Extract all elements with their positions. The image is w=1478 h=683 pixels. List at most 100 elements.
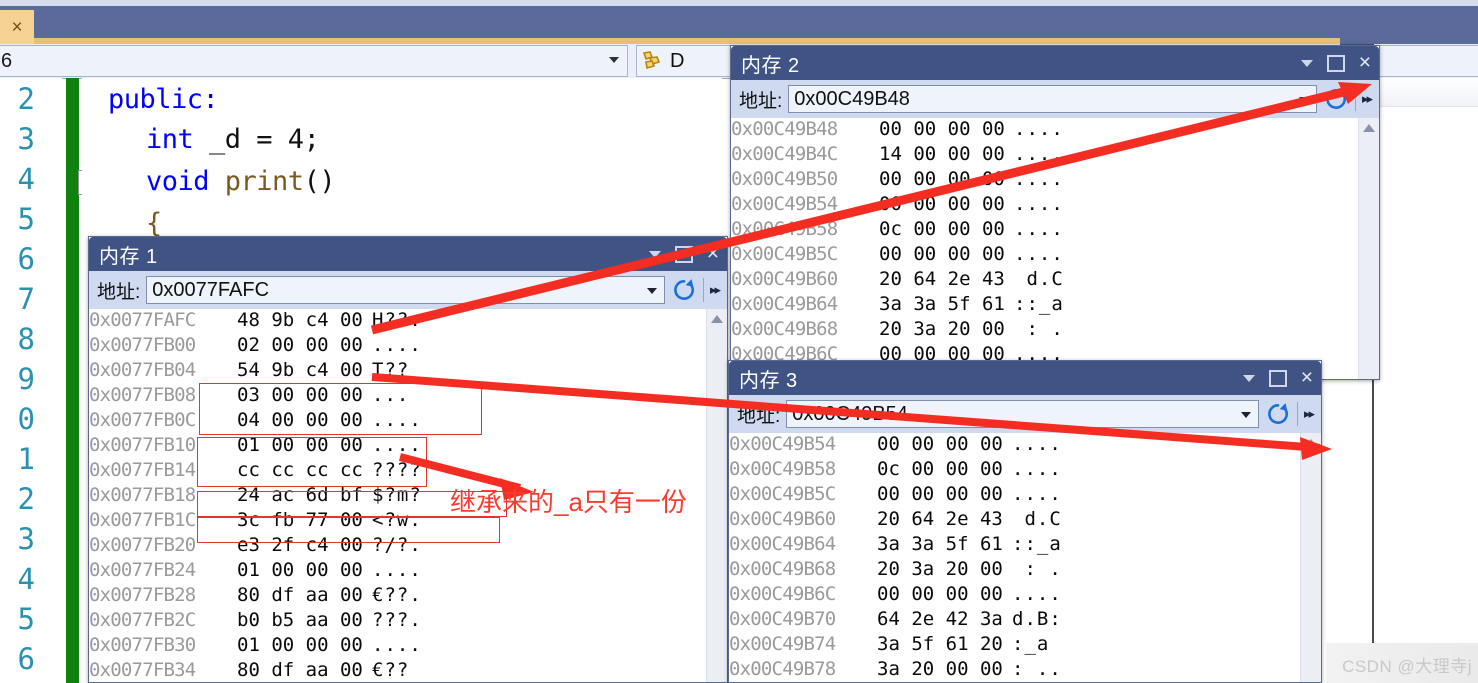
memory-row[interactable]: 0x0077FAFC 48 9b c4 00 H??. bbox=[89, 309, 727, 334]
memory-row-ascii: <?w. bbox=[372, 509, 422, 531]
memory-row-ascii: .... bbox=[372, 434, 422, 456]
memory-row[interactable]: 0x00C49B64 3a 3a 5f 61::_a bbox=[729, 533, 1321, 558]
memory-row[interactable]: 0x00C49B68 20 3a 20 00 : . bbox=[729, 558, 1321, 583]
memory-row[interactable]: 0x0077FB10 01 00 00 00.... bbox=[89, 434, 727, 459]
address-value: 0x00C49B48 bbox=[794, 87, 910, 110]
code-line: int _d = 4; bbox=[146, 124, 320, 155]
memory-row[interactable]: 0x0077FB14 cc cc cc cc???? bbox=[89, 459, 727, 484]
memory-row-address: 0x00C49B64 bbox=[729, 533, 836, 555]
memory-window-2[interactable]: 内存 2 × 地址: 0x00C49B48 ▸▸ 0x00C49B48 00 00 00 0… bbox=[730, 45, 1380, 380]
maximize-icon[interactable] bbox=[1268, 369, 1287, 387]
refresh-icon[interactable] bbox=[1265, 401, 1291, 427]
scroll-up-icon[interactable] bbox=[1305, 439, 1317, 447]
memory-row[interactable]: 0x00C49B78 3a 20 00 00: .. bbox=[729, 658, 1321, 682]
window-menu-caret-icon[interactable] bbox=[1300, 59, 1313, 67]
memory-row[interactable]: 0x0077FB0C 04 00 00 00.... bbox=[89, 409, 727, 434]
address-input[interactable]: 0x00C49B54 bbox=[786, 400, 1259, 428]
chevron-down-icon[interactable] bbox=[646, 288, 657, 294]
refresh-icon[interactable] bbox=[1323, 86, 1349, 112]
maximize-icon[interactable] bbox=[674, 245, 693, 263]
window-menu-caret-icon[interactable] bbox=[1242, 374, 1255, 382]
memory-row[interactable]: 0x00C49B58 0c 00 00 00.... bbox=[731, 218, 1379, 243]
vertical-scrollbar[interactable] bbox=[1300, 433, 1321, 682]
chevron-double-right-icon[interactable]: ▸▸ bbox=[1304, 406, 1317, 422]
memory-row[interactable]: 0x00C49B5C 00 00 00 00.... bbox=[729, 483, 1321, 508]
close-icon[interactable]: × bbox=[707, 243, 719, 264]
memory-row[interactable]: 0x0077FB04 54 9b c4 00 T?? bbox=[89, 359, 727, 384]
memory-row[interactable]: 0x0077FB00 02 00 00 00.... bbox=[89, 334, 727, 359]
toolbar-separator bbox=[1354, 87, 1356, 111]
address-input[interactable]: 0x00C49B48 bbox=[788, 85, 1317, 113]
memory-row[interactable]: 0x00C49B70 64 2e 42 3a d.B: bbox=[729, 608, 1321, 633]
memory-row-hex: 64 2e 42 3a bbox=[877, 608, 1003, 630]
window-title-bar[interactable]: 内存 1 × bbox=[89, 237, 727, 271]
memory-row[interactable]: 0x00C49B4C 14 00 00 00.... bbox=[731, 143, 1379, 168]
memory-content[interactable]: 0x00C49B48 00 00 00 00.... 0x00C49B4C 14 00… bbox=[731, 118, 1379, 379]
memory-row[interactable]: 0x00C49B64 3a 3a 5f 61::_a bbox=[731, 293, 1379, 318]
memory-row[interactable]: 0x00C49B68 20 3a 20 00 : . bbox=[731, 318, 1379, 343]
active-document-tab[interactable]: × bbox=[0, 10, 34, 48]
memory-window-1[interactable]: 内存 1 × 地址: 0x0077FAFC ▸▸ 0x0077FAFC 48 9b c4 0… bbox=[88, 236, 728, 683]
line-number: 7 bbox=[17, 282, 35, 316]
memory-row-address: 0x0077FAFC bbox=[89, 309, 196, 331]
memory-row[interactable]: 0x0077FB24 01 00 00 00.... bbox=[89, 559, 727, 584]
vertical-scrollbar[interactable] bbox=[706, 309, 727, 682]
memory-row-ascii: .... bbox=[372, 409, 422, 431]
memory-row[interactable]: 0x00C49B50 00 00 00 00.... bbox=[731, 168, 1379, 193]
memory-row[interactable]: 0x00C49B6C 00 00 00 00.... bbox=[729, 583, 1321, 608]
close-icon[interactable]: × bbox=[1301, 367, 1313, 388]
chevron-double-right-icon[interactable]: ▸▸ bbox=[710, 282, 723, 298]
memory-row[interactable]: 0x0077FB28 80 df aa 00 €??. bbox=[89, 584, 727, 609]
memory-row[interactable]: 0x0077FB08 03 00 00 00... bbox=[89, 384, 727, 409]
memory-row-address: 0x00C49B70 bbox=[729, 608, 836, 630]
memory-window-3[interactable]: 内存 3 × 地址: 0x00C49B54 ▸▸ 0x00C49B54 00 00 00 0… bbox=[728, 360, 1322, 683]
tabstrip-top-divider bbox=[0, 0, 1478, 6]
chevron-double-right-icon[interactable]: ▸▸ bbox=[1362, 91, 1375, 107]
memory-row[interactable]: 0x00C49B74 3a 5f 61 20:_a bbox=[729, 633, 1321, 658]
memory-row[interactable]: 0x0077FB34 80 df aa 00 €?? bbox=[89, 659, 727, 682]
maximize-icon[interactable] bbox=[1326, 54, 1345, 72]
code-token: print bbox=[224, 166, 304, 197]
chevron-down-icon[interactable] bbox=[609, 57, 619, 63]
chevron-down-icon[interactable] bbox=[1240, 412, 1251, 418]
memory-row-ascii: .... bbox=[1014, 218, 1064, 240]
memory-row-address: 0x00C49B50 bbox=[731, 168, 838, 190]
address-value: 0x00C49B54 bbox=[792, 402, 908, 425]
scroll-up-icon[interactable] bbox=[1363, 124, 1375, 132]
window-menu-caret-icon[interactable] bbox=[648, 250, 661, 258]
memory-row-ascii: d.C bbox=[1012, 508, 1062, 530]
refresh-icon[interactable] bbox=[671, 277, 697, 303]
code-token: public: bbox=[108, 84, 219, 115]
memory-row-ascii: :_a bbox=[1012, 633, 1062, 655]
window-title-bar[interactable]: 内存 3 × bbox=[729, 361, 1321, 395]
memory-row[interactable]: 0x00C49B60 20 64 2e 43 d.C bbox=[731, 268, 1379, 293]
scroll-up-icon[interactable] bbox=[711, 315, 723, 323]
window-title-bar[interactable]: 内存 2 × bbox=[731, 46, 1379, 80]
memory-row-hex: 3a 3a 5f 61 bbox=[879, 293, 1005, 315]
memory-row-ascii: ???? bbox=[372, 459, 422, 481]
code-token: void bbox=[146, 166, 225, 197]
memory-row[interactable]: 0x0077FB30 01 00 00 00.... bbox=[89, 634, 727, 659]
memory-row[interactable]: 0x00C49B48 00 00 00 00.... bbox=[731, 118, 1379, 143]
chevron-down-icon[interactable] bbox=[1298, 97, 1309, 103]
member-dropdown[interactable]: 6 bbox=[0, 45, 628, 77]
memory-row-hex: 3a 5f 61 20 bbox=[877, 633, 1003, 655]
address-input[interactable]: 0x0077FAFC bbox=[146, 276, 665, 304]
memory-row[interactable]: 0x00C49B54 00 00 00 00.... bbox=[729, 433, 1321, 458]
line-number: 3 bbox=[17, 522, 35, 556]
memory-content[interactable]: 0x00C49B54 00 00 00 00.... 0x00C49B58 0c 00… bbox=[729, 433, 1321, 682]
close-icon[interactable]: × bbox=[1359, 52, 1371, 73]
memory-row-ascii: ... bbox=[372, 384, 410, 406]
address-toolbar: 地址: 0x00C49B48 ▸▸ bbox=[731, 80, 1379, 118]
memory-row[interactable]: 0x00C49B58 0c 00 00 00.... bbox=[729, 458, 1321, 483]
memory-row[interactable]: 0x00C49B60 20 64 2e 43 d.C bbox=[729, 508, 1321, 533]
memory-row[interactable]: 0x0077FB20 e3 2f c4 00 ?/?. bbox=[89, 534, 727, 559]
vertical-scrollbar[interactable] bbox=[1358, 118, 1379, 379]
memory-row[interactable]: 0x00C49B54 00 00 00 00.... bbox=[731, 193, 1379, 218]
memory-row-address: 0x00C49B6C bbox=[729, 583, 836, 605]
memory-row-ascii: T?? bbox=[372, 359, 410, 381]
memory-row[interactable]: 0x00C49B5C 00 00 00 00.... bbox=[731, 243, 1379, 268]
close-icon[interactable]: × bbox=[11, 18, 22, 37]
memory-row-ascii: .... bbox=[1012, 583, 1062, 605]
memory-row[interactable]: 0x0077FB2C b0 b5 aa 00???. bbox=[89, 609, 727, 634]
